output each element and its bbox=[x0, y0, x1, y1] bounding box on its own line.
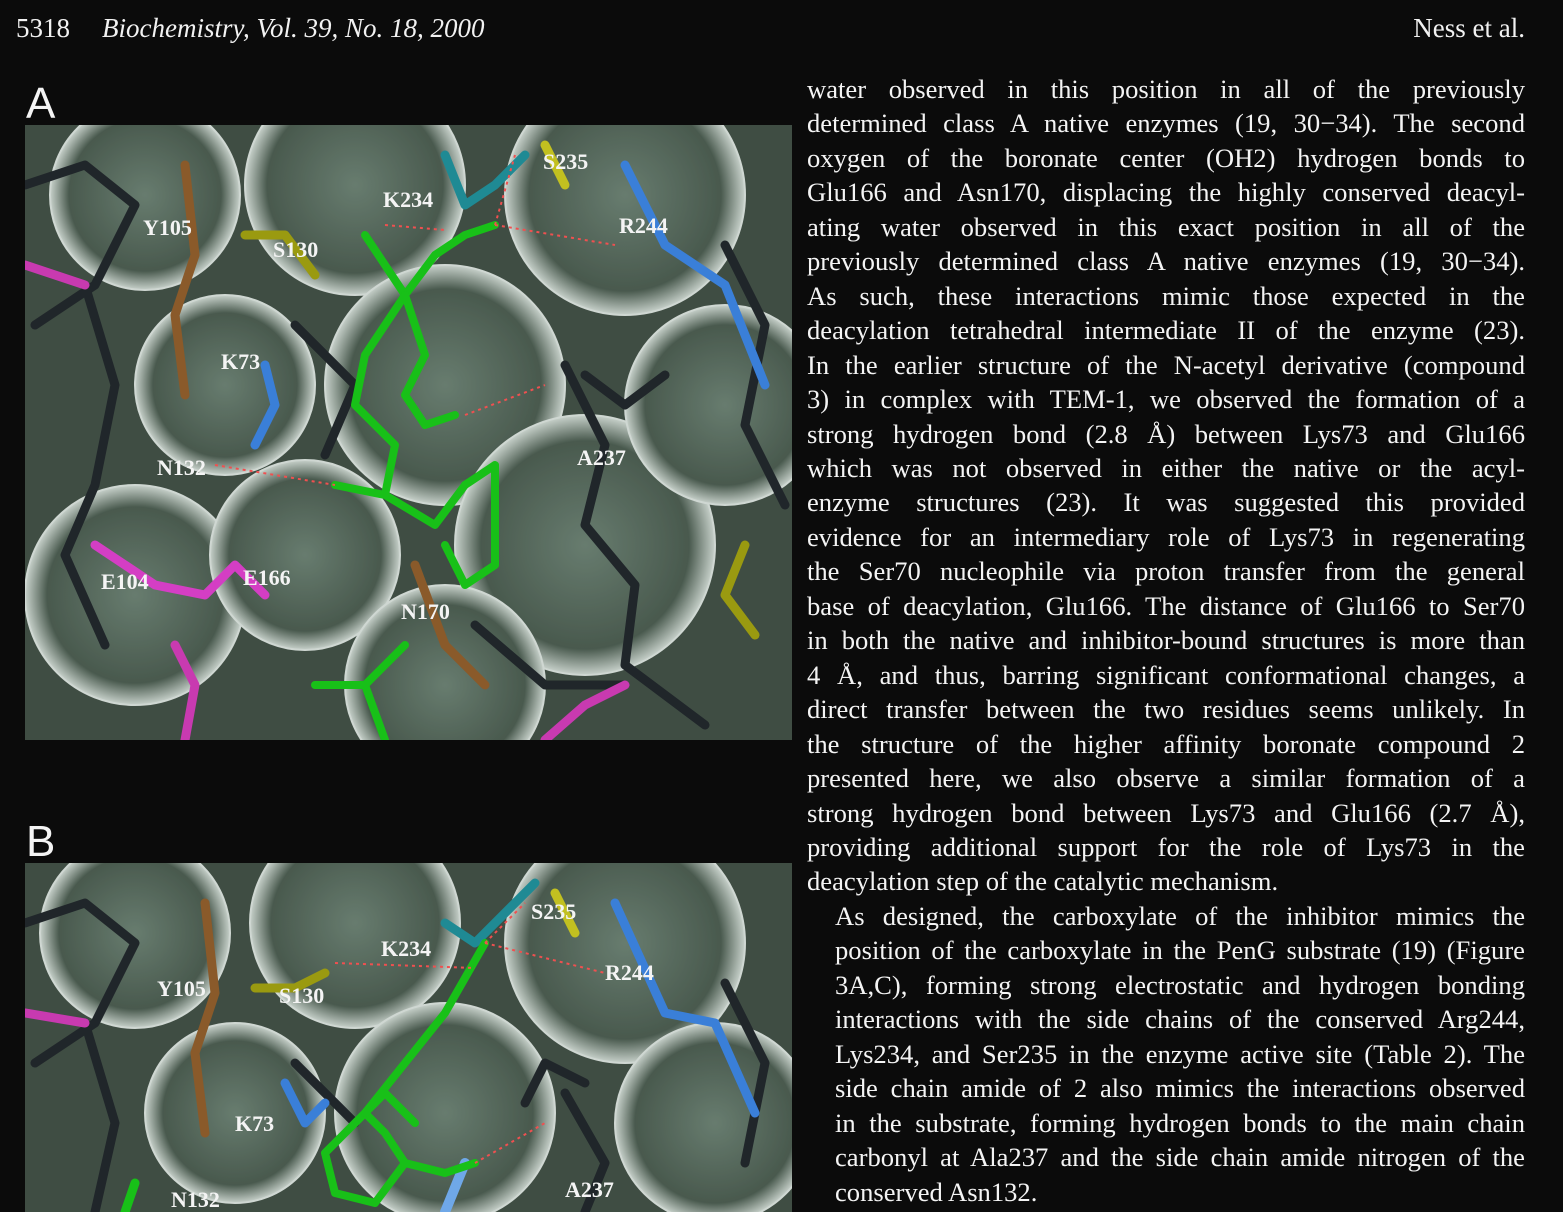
text-line: Lys234, and Ser235 in the enzyme active … bbox=[835, 1038, 1525, 1069]
journal-citation: Biochemistry, Vol. 39, No. 18, 2000 bbox=[102, 13, 485, 43]
text-line: 4 Å, and thus, barring significant confo… bbox=[807, 659, 1525, 690]
figure-panel-a: Y105 S130 K234 S235 R244 K73 N132 A237 E… bbox=[25, 125, 792, 740]
text-line: interactions with the side chains of the… bbox=[835, 1004, 1525, 1035]
running-header: 5318 Biochemistry, Vol. 39, No. 18, 2000… bbox=[16, 10, 1525, 46]
text-line: oxygen of the boronate center (OH2) hydr… bbox=[807, 142, 1525, 173]
text-line: deacylation step of the catalytic mechan… bbox=[807, 866, 1279, 897]
text-line: determined class A native enzymes (19, 3… bbox=[807, 108, 1525, 139]
text-line: direct transfer between the two residues… bbox=[807, 694, 1525, 725]
label-y105: Y105 bbox=[143, 215, 192, 240]
text-line: conserved Asn132. bbox=[835, 1176, 1038, 1207]
text-line: base of deacylation, Glu166. The distanc… bbox=[807, 590, 1525, 621]
panel-a-letter: A bbox=[26, 79, 56, 128]
label-n132: N132 bbox=[171, 1187, 220, 1212]
label-s235: S235 bbox=[543, 149, 588, 174]
text-line: strong hydrogen bond (2.8 Å) between Lys… bbox=[807, 418, 1525, 449]
label-e166: E166 bbox=[243, 565, 291, 590]
running-authors: Ness et al. bbox=[1413, 13, 1525, 43]
label-r244: R244 bbox=[619, 213, 668, 238]
label-e104: E104 bbox=[101, 569, 149, 594]
label-s130: S130 bbox=[279, 983, 324, 1008]
text-line: deacylation tetrahedral intermediate II … bbox=[807, 315, 1525, 346]
label-s235: S235 bbox=[531, 899, 576, 924]
text-line: providing additional support for the rol… bbox=[807, 831, 1525, 862]
paragraph-2: As designed, the carboxylate of the inhi… bbox=[807, 899, 1525, 1209]
text-line: As such, these interactions mimic those … bbox=[807, 280, 1525, 311]
text-line: the structure of the higher affinity bor… bbox=[807, 728, 1525, 759]
text-line: strong hydrogen bond between Lys73 and G… bbox=[807, 797, 1525, 828]
panel-a-image: Y105 S130 K234 S235 R244 K73 N132 A237 E… bbox=[25, 125, 792, 740]
paragraph-1: water observed in this position in all o… bbox=[807, 72, 1525, 899]
label-s130: S130 bbox=[273, 237, 318, 262]
label-k73: K73 bbox=[235, 1111, 274, 1136]
text-line: presented here, we also observe a simila… bbox=[807, 763, 1525, 794]
text-line: in both the native and inhibitor-bound s… bbox=[807, 625, 1525, 656]
label-a237: A237 bbox=[577, 445, 626, 470]
text-line: evidence for an intermediary role of Lys… bbox=[807, 521, 1525, 552]
body-text-column: water observed in this position in all o… bbox=[807, 72, 1525, 1209]
label-k73: K73 bbox=[221, 349, 260, 374]
text-line: carbonyl at Ala237 and the side chain am… bbox=[835, 1142, 1525, 1173]
panel-b-image: Y105 S130 K234 S235 R244 K73 N132 A237 bbox=[25, 863, 792, 1212]
text-line: side chain amide of 2 also mimics the in… bbox=[835, 1073, 1525, 1104]
label-k234: K234 bbox=[383, 187, 433, 212]
figure-panel-b: Y105 S130 K234 S235 R244 K73 N132 A237 bbox=[25, 863, 792, 1212]
text-line: ating water observed in this exact posit… bbox=[807, 211, 1525, 242]
label-k234: K234 bbox=[381, 936, 431, 961]
label-y105: Y105 bbox=[157, 976, 206, 1001]
text-line: previously determined class A native enz… bbox=[807, 246, 1525, 277]
text-line: In the earlier structure of the N-acetyl… bbox=[807, 349, 1525, 380]
text-line: 3) in complex with TEM-1, we observed th… bbox=[807, 384, 1525, 415]
text-line: 3A,C), forming strong electrostatic and … bbox=[835, 969, 1525, 1000]
panel-b-letter: B bbox=[26, 817, 56, 866]
label-n132: N132 bbox=[157, 455, 206, 480]
text-line: water observed in this position in all o… bbox=[807, 74, 1525, 104]
label-n170: N170 bbox=[401, 599, 450, 624]
text-line: in the substrate, forming hydrogen bonds… bbox=[835, 1107, 1525, 1138]
text-line: Glu166 and Asn170, displacing the highly… bbox=[807, 177, 1525, 208]
page-number: 5318 bbox=[16, 13, 70, 43]
label-r244: R244 bbox=[605, 960, 654, 985]
label-a237: A237 bbox=[565, 1177, 614, 1202]
text-line: which was not observed in either the nat… bbox=[807, 452, 1525, 483]
text-line: position of the carboxylate in the PenG … bbox=[835, 935, 1525, 966]
text-line: the Ser70 nucleophile via proton transfe… bbox=[807, 556, 1525, 587]
text-line: As designed, the carboxylate of the inhi… bbox=[835, 900, 1525, 931]
text-line: enzyme structures (23). It was suggested… bbox=[807, 487, 1525, 518]
